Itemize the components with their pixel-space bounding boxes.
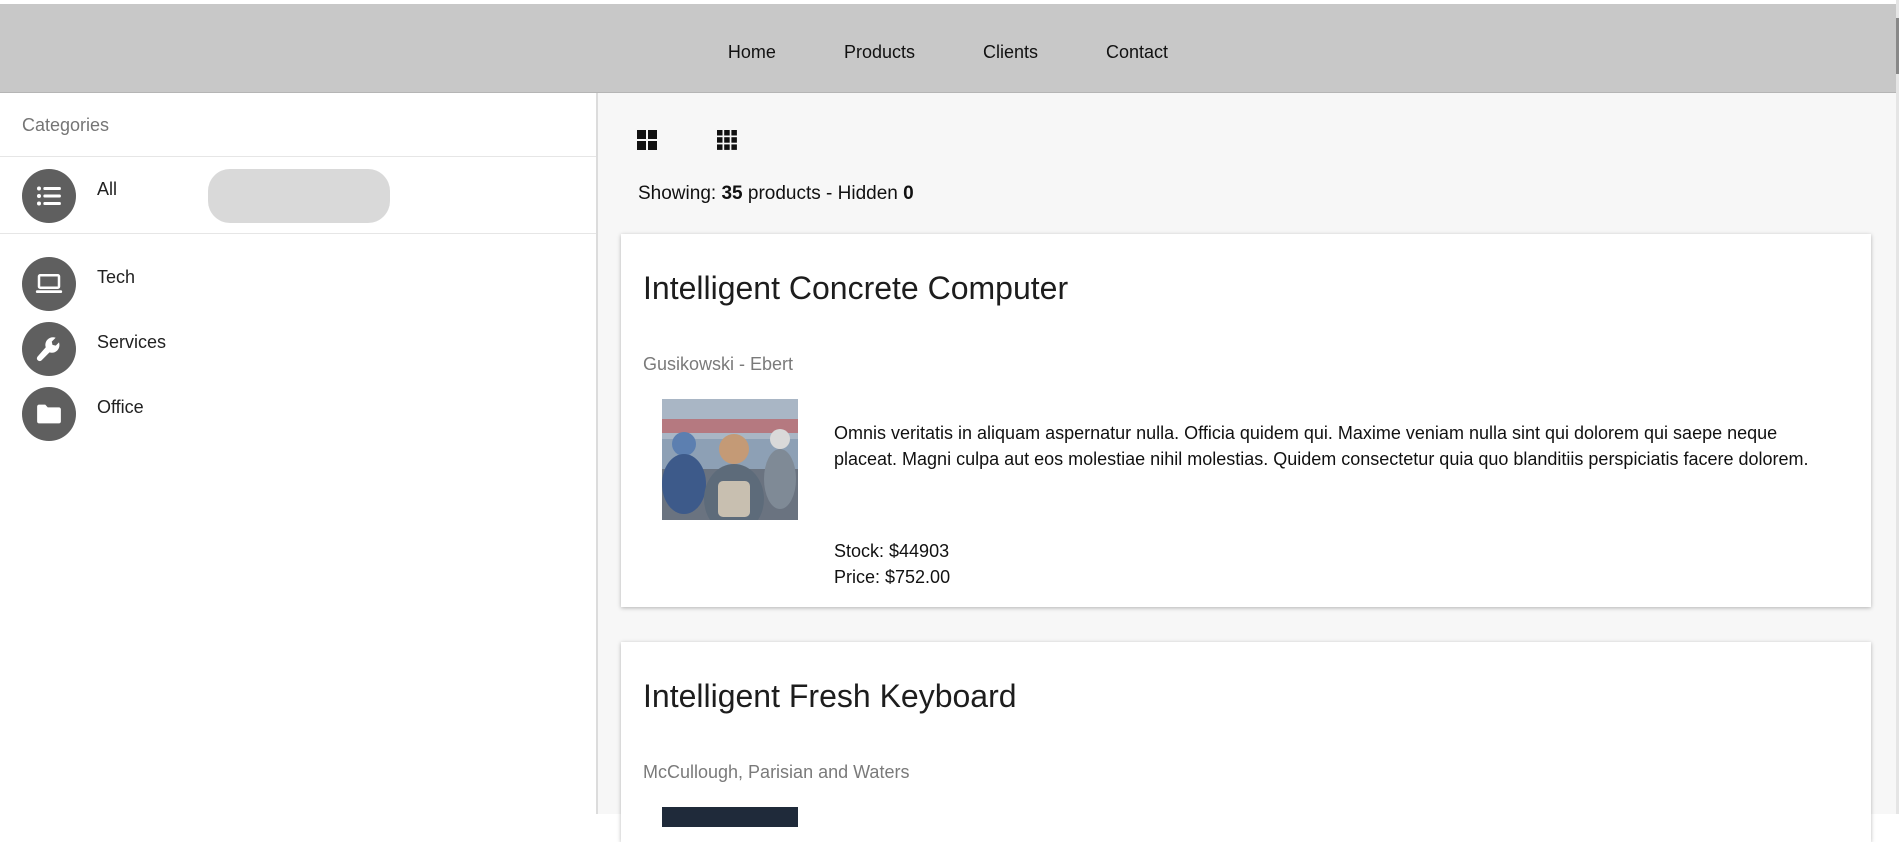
grid-small-icon[interactable] (716, 129, 742, 153)
nav-products[interactable]: Products (810, 40, 949, 64)
product-card[interactable]: Intelligent Concrete Computer Gusikowski… (621, 234, 1871, 607)
list-icon (22, 169, 76, 223)
product-description: Omnis veritatis in aliquam aspernatur nu… (834, 423, 1809, 469)
product-image (662, 807, 798, 827)
main-nav: Home Products Clients Contact (0, 4, 1896, 92)
hidden-count: 0 (903, 183, 914, 204)
laptop-icon (22, 257, 76, 311)
nav-home[interactable]: Home (694, 40, 810, 64)
product-count-summary: Showing: 35 products - Hidden 0 (638, 183, 914, 205)
divider (0, 233, 596, 234)
products-panel: Showing: 35 products - Hidden 0 Intellig… (598, 93, 1896, 842)
folder-icon (22, 387, 76, 441)
category-label: Tech (97, 267, 136, 287)
product-company: Gusikowski - Ebert (643, 354, 794, 374)
product-price: Price: $752.00 (834, 567, 951, 587)
product-title: Intelligent Concrete Computer (643, 270, 1069, 306)
product-image (662, 399, 798, 520)
top-navbar: Home Products Clients Contact (0, 4, 1896, 93)
product-company: McCullough, Parisian and Waters (643, 762, 910, 782)
category-label: All (97, 179, 118, 199)
showing-label: Showing: (638, 183, 717, 204)
category-label: Services (97, 332, 167, 352)
category-services[interactable]: Services (22, 322, 582, 376)
category-tech[interactable]: Tech (22, 257, 582, 311)
product-card[interactable]: Intelligent Fresh Keyboard McCullough, P… (621, 642, 1871, 842)
showing-count: 35 (721, 183, 743, 204)
product-stock: Stock: $44903 (834, 541, 950, 561)
product-title: Intelligent Fresh Keyboard (643, 678, 1017, 714)
wrench-icon (22, 322, 76, 376)
category-office[interactable]: Office (22, 387, 582, 441)
selection-ripple (208, 169, 390, 223)
nav-clients[interactable]: Clients (949, 40, 1072, 64)
grid-large-icon[interactable] (636, 129, 662, 153)
hidden-label: products - Hidden (747, 183, 898, 204)
sidebar-title: Categories (22, 115, 110, 135)
category-all[interactable]: All (22, 169, 582, 223)
category-label: Office (97, 397, 144, 417)
nav-contact[interactable]: Contact (1072, 40, 1202, 64)
categories-sidebar: Categories All Tech Services Office (0, 93, 598, 814)
divider (0, 156, 596, 157)
